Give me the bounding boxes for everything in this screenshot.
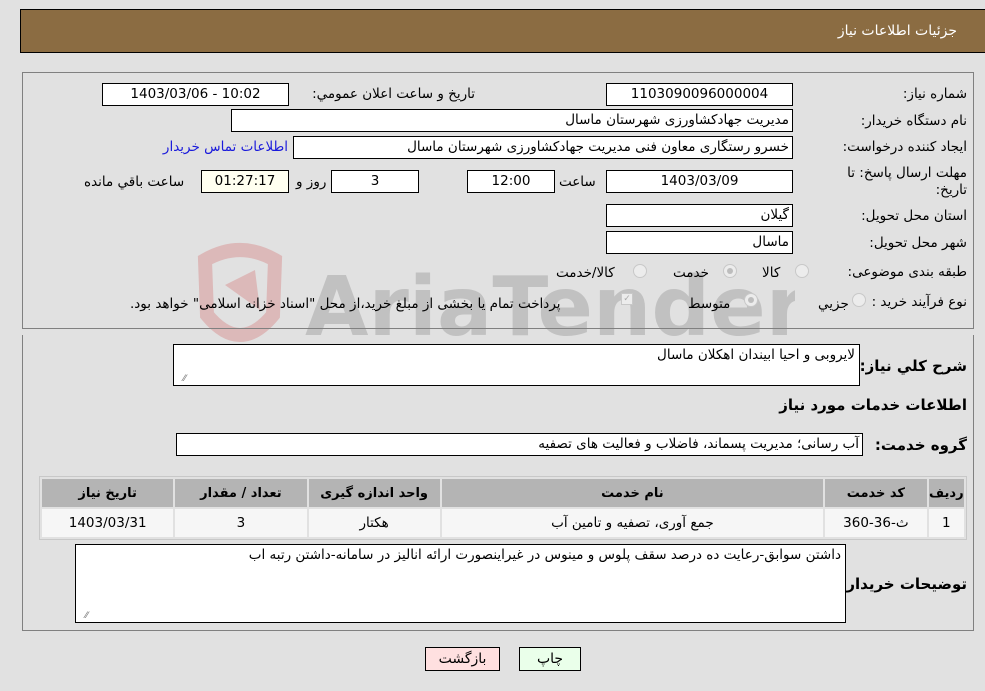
- city-label: شهر محل تحويل:: [869, 235, 967, 251]
- col-header-need-date: تاريخ نياز: [42, 479, 174, 507]
- category-option-goods: کالا: [762, 265, 781, 281]
- category-option-goods-service: کالا/خدمت: [556, 265, 615, 281]
- cell-row-number: 1: [928, 509, 964, 537]
- buyer-org-label: نام دستگاه خريدار:: [860, 113, 967, 129]
- deadline-time-field[interactable]: 12:00: [467, 170, 555, 193]
- col-header-service-name: نام خدمت: [441, 479, 824, 507]
- deadline-label-line2: تاريخ:: [935, 182, 967, 198]
- deadline-label-line1: مهلت ارسال پاسخ: تا: [847, 165, 967, 181]
- category-radio-service[interactable]: [723, 264, 737, 278]
- process-option-minor: جزيي: [818, 296, 849, 312]
- treasury-payment-checkbox[interactable]: ✓: [621, 293, 633, 305]
- print-button[interactable]: چاپ: [519, 647, 581, 671]
- buyer-org-field[interactable]: مديريت جهادکشاورزی شهرستان ماسال: [231, 109, 793, 132]
- need-number-field[interactable]: 1103090096000004: [606, 83, 793, 106]
- days-remaining-field[interactable]: 3: [331, 170, 419, 193]
- city-field[interactable]: ماسال: [606, 231, 793, 254]
- category-label: طبقه بندی موضوعی:: [847, 264, 967, 280]
- table-row: 1 ث-36-360 جمع آوری، تصفيه و تامين آب هک…: [42, 509, 964, 537]
- cell-need-date: 1403/03/31: [42, 509, 174, 537]
- page-header: جزئيات اطلاعات نياز: [20, 9, 985, 53]
- col-header-quantity: تعداد / مقدار: [175, 479, 307, 507]
- cell-service-name: جمع آوری، تصفيه و تامين آب: [441, 509, 824, 537]
- service-group-label: گروه خدمت:: [874, 436, 967, 454]
- cell-service-code: ث-36-360: [825, 509, 927, 537]
- process-radio-minor[interactable]: [852, 293, 866, 307]
- deadline-date-field[interactable]: 1403/03/09: [606, 170, 793, 193]
- process-option-medium: متوسط: [688, 296, 731, 312]
- col-header-row-number: رديف: [928, 479, 964, 507]
- buyer-notes-text: داشتن سوابق-رعايت ده درصد سقف پلوس و مين…: [248, 547, 841, 563]
- cell-quantity: 3: [175, 509, 307, 537]
- col-header-service-code: کد خدمت: [825, 479, 927, 507]
- services-section-title: اطلاعات خدمات مورد نياز: [779, 396, 967, 414]
- requester-label: ايجاد کننده درخواست:: [842, 139, 967, 155]
- category-radio-goods[interactable]: [795, 264, 809, 278]
- services-table: رديف کد خدمت نام خدمت واحد اندازه گيری ت…: [39, 476, 967, 540]
- time-remaining-label: ساعت باقي مانده: [84, 174, 185, 190]
- summary-label: شرح کلي نياز:: [859, 357, 967, 375]
- announce-datetime-label: تاريخ و ساعت اعلان عمومي:: [312, 86, 475, 102]
- table-header-row: رديف کد خدمت نام خدمت واحد اندازه گيری ت…: [42, 479, 964, 507]
- province-field[interactable]: گيلان: [606, 204, 793, 227]
- time-remaining-field: 01:27:17: [201, 170, 289, 193]
- province-label: استان محل تحويل:: [861, 208, 967, 224]
- buyer-notes-label: توضيحات خريدار:: [840, 575, 967, 593]
- summary-textarea[interactable]: لايروبی و احيا ابيندان اهکلان ماسال ⁄⁄: [173, 344, 860, 386]
- cell-unit: هکتار: [308, 509, 440, 537]
- category-option-service: خدمت: [673, 265, 709, 281]
- resize-grip-icon[interactable]: ⁄⁄: [176, 374, 186, 384]
- treasury-payment-note: پرداخت تمام يا بخشی از مبلغ خريد،از محل …: [130, 296, 561, 312]
- need-number-label: شماره نياز:: [902, 86, 967, 102]
- requester-field[interactable]: خسرو رستگاری معاون فنی مديريت جهادکشاورز…: [293, 136, 793, 159]
- buyer-notes-textarea[interactable]: داشتن سوابق-رعايت ده درصد سقف پلوس و مين…: [75, 544, 846, 623]
- back-button[interactable]: بازگشت: [425, 647, 500, 671]
- announce-datetime-field[interactable]: 1403/03/06 - 10:02: [102, 83, 289, 106]
- purchase-process-label: نوع فرآيند خريد :: [871, 294, 967, 310]
- days-label: روز و: [296, 174, 327, 190]
- process-radio-medium[interactable]: [744, 293, 758, 307]
- category-radio-goods-service[interactable]: [633, 264, 647, 278]
- summary-text: لايروبی و احيا ابيندان اهکلان ماسال: [657, 347, 855, 363]
- col-header-unit: واحد اندازه گيری: [308, 479, 440, 507]
- buyer-contact-link[interactable]: اطلاعات تماس خريدار: [163, 139, 288, 155]
- resize-grip-icon[interactable]: ⁄⁄: [78, 611, 88, 621]
- deadline-time-label: ساعت: [559, 174, 596, 190]
- service-group-field[interactable]: آب رسانی؛ مديريت پسماند، فاضلاب و فعاليت…: [176, 433, 863, 456]
- page-title: جزئيات اطلاعات نياز: [837, 23, 957, 39]
